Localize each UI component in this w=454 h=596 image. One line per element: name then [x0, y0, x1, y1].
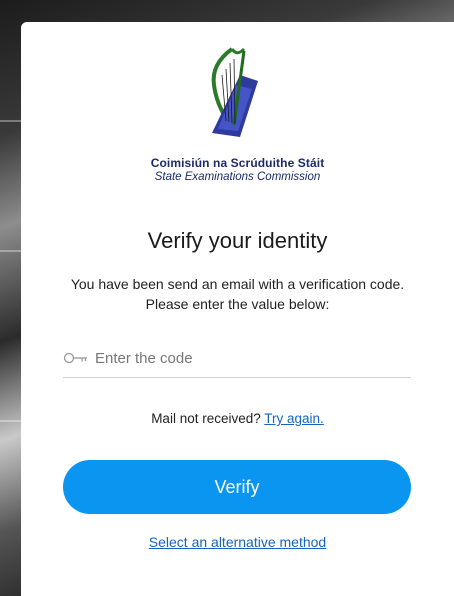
alternative-row: Select an alternative method	[21, 534, 454, 550]
page-title: Verify your identity	[147, 228, 328, 253]
code-field	[63, 343, 411, 378]
organization-name-irish: Coimisiún na Scrúduithe Stáit	[150, 156, 325, 170]
verification-code-input[interactable]	[95, 343, 405, 373]
try-again-link[interactable]: Try again.	[264, 411, 324, 426]
key-icon	[63, 352, 87, 364]
resend-row: Mail not received? Try again.	[21, 411, 454, 426]
alternative-method-link[interactable]: Select an alternative method	[149, 534, 326, 550]
verify-button[interactable]: Verify	[63, 460, 411, 514]
resend-text: Mail not received?	[151, 411, 261, 426]
instruction-text: You have been send an email with a verif…	[70, 276, 405, 312]
organization-name-english: State Examinations Commission	[154, 171, 321, 183]
harp-logo-icon	[211, 47, 258, 137]
